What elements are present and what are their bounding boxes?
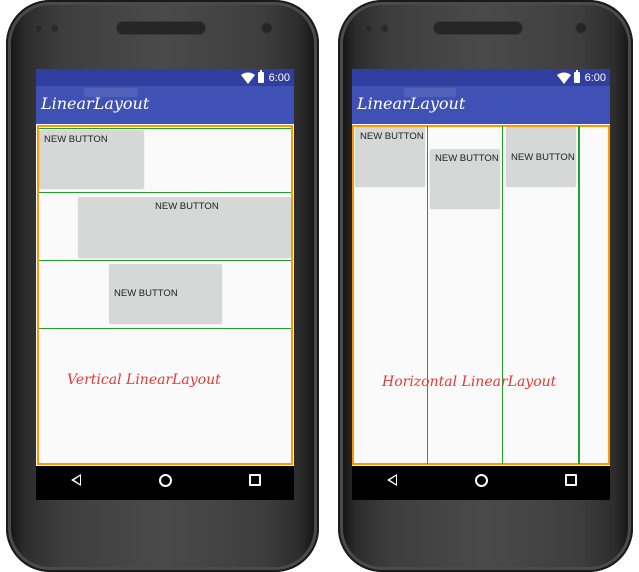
navigation-bar xyxy=(352,466,610,500)
front-camera-icon xyxy=(575,22,587,34)
sensor-dots xyxy=(364,24,389,34)
app-bar: LinearLayout xyxy=(352,86,610,124)
app-title: LinearLayout xyxy=(357,94,466,113)
row-divider xyxy=(39,128,291,129)
back-icon[interactable] xyxy=(71,474,81,486)
recent-apps-icon[interactable] xyxy=(565,474,577,486)
layout-caption: Vertical LinearLayout xyxy=(67,372,221,388)
recent-apps-icon[interactable] xyxy=(249,474,261,486)
layout-caption: Horizontal LinearLayout xyxy=(382,374,557,390)
home-icon[interactable] xyxy=(159,474,172,487)
wifi-icon xyxy=(556,72,571,84)
home-icon[interactable] xyxy=(475,474,488,487)
new-button-middle[interactable]: NEW BUTTON xyxy=(430,149,500,208)
row-divider xyxy=(39,260,291,261)
battery-icon xyxy=(573,70,580,83)
navigation-bar xyxy=(36,466,294,500)
button-label: NEW BUTTON xyxy=(435,153,499,164)
column-divider xyxy=(427,126,428,464)
status-time: 6:00 xyxy=(268,71,290,84)
button-label: NEW BUTTON xyxy=(155,201,219,212)
status-bar: 6:00 xyxy=(36,69,294,86)
button-label: NEW BUTTON xyxy=(114,288,178,299)
new-button-left-aligned[interactable]: NEW BUTTON xyxy=(39,130,144,188)
app-title: LinearLayout xyxy=(41,94,150,113)
button-label: NEW BUTTON xyxy=(511,152,575,163)
row-divider xyxy=(39,328,291,329)
column-divider xyxy=(502,126,503,464)
speaker-grille xyxy=(116,21,206,35)
button-label: NEW BUTTON xyxy=(44,134,108,145)
status-bar: 6:00 xyxy=(352,69,610,86)
back-icon[interactable] xyxy=(387,474,397,486)
app-bar: LinearLayout xyxy=(36,86,294,124)
screen-right: 6:00 LinearLayout NEW BUTTON NEW BUTTON … xyxy=(352,69,610,500)
sensor-dots xyxy=(34,24,59,34)
new-button-right-aligned[interactable]: NEW BUTTON xyxy=(78,197,291,257)
screen-left: 6:00 LinearLayout NEW BUTTON NEW BUTTON … xyxy=(36,69,294,500)
new-button-top-right[interactable]: NEW BUTTON xyxy=(506,127,576,186)
speaker-grille xyxy=(433,21,523,35)
wifi-icon xyxy=(240,72,255,84)
battery-icon xyxy=(257,70,264,83)
front-camera-icon xyxy=(261,22,273,34)
new-button-top[interactable]: NEW BUTTON xyxy=(355,127,425,186)
new-button-centered[interactable]: NEW BUTTON xyxy=(109,264,222,323)
row-divider xyxy=(39,192,291,193)
content-area: NEW BUTTON NEW BUTTON NEW BUTTON Horizon… xyxy=(352,124,610,466)
button-label: NEW BUTTON xyxy=(360,131,424,142)
content-area: NEW BUTTON NEW BUTTON NEW BUTTON Vertica… xyxy=(36,124,294,466)
column-divider xyxy=(578,126,580,464)
status-time: 6:00 xyxy=(584,71,606,84)
